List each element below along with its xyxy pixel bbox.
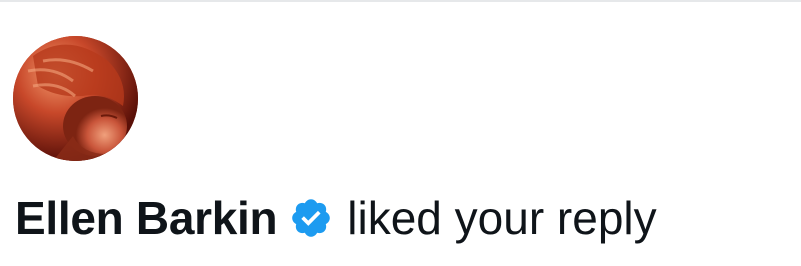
notification-text: Ellen Barkin liked your reply bbox=[15, 183, 657, 253]
notification-item[interactable]: Ellen Barkin liked your reply bbox=[0, 0, 801, 266]
divider bbox=[0, 0, 801, 2]
action-text: liked your reply bbox=[347, 192, 657, 244]
verified-badge-icon bbox=[289, 196, 333, 240]
avatar[interactable] bbox=[13, 36, 138, 161]
avatar-photo bbox=[13, 36, 138, 161]
user-name-link[interactable]: Ellen Barkin bbox=[15, 191, 278, 245]
